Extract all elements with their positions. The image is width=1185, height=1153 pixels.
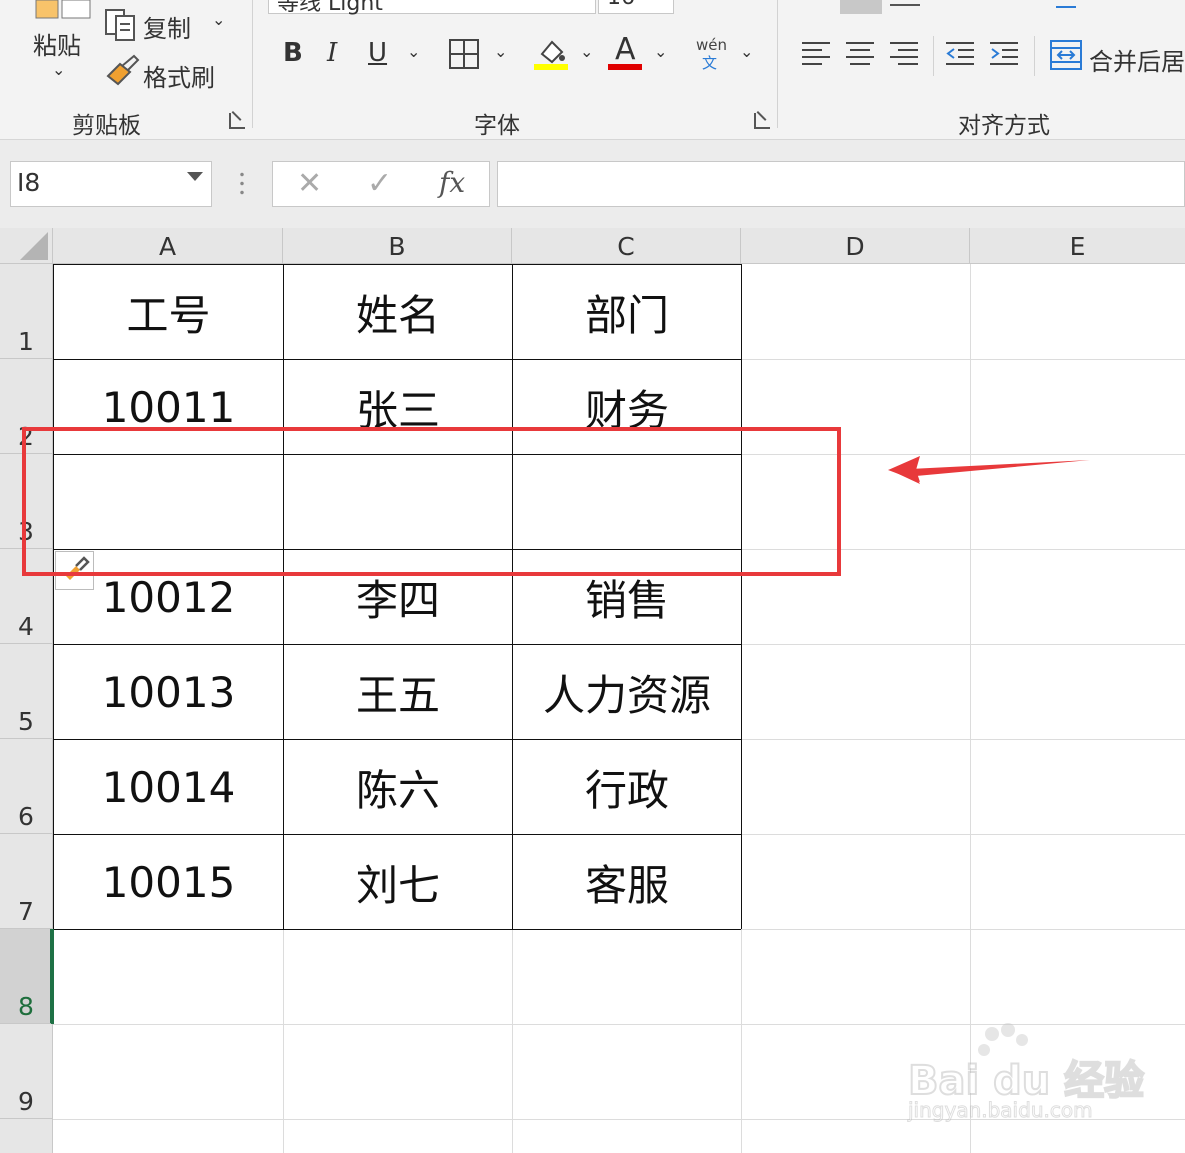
cell-a6[interactable]: 10014 <box>54 740 283 835</box>
column-header-a[interactable]: A <box>53 228 283 264</box>
name-box-dropdown-icon[interactable] <box>187 172 203 181</box>
font-color-button[interactable]: A <box>608 32 642 72</box>
increase-indent-icon[interactable] <box>990 40 1020 72</box>
cell-b7[interactable]: 刘七 <box>284 835 512 930</box>
clipboard-group-label: 剪贴板 <box>72 113 141 139</box>
copy-button[interactable]: 复制 <box>143 9 191 44</box>
highlight-rectangle <box>22 427 841 576</box>
cell-c6[interactable]: 行政 <box>513 740 741 835</box>
formula-input[interactable] <box>497 161 1185 207</box>
indent-top-icon <box>890 4 920 6</box>
ribbon-separator <box>252 0 253 128</box>
baidu-watermark: Bai du 经验 jingyan.baidu.com <box>907 1023 1145 1130</box>
cell-b1[interactable]: 姓名 <box>284 265 512 360</box>
underline-chevron-icon[interactable]: ⌄ <box>407 42 420 61</box>
paste-chevron-icon[interactable]: ⌄ <box>52 60 65 79</box>
formula-bar-grip-icon[interactable] <box>240 170 244 196</box>
active-cell-indicator <box>51 929 54 1024</box>
select-all-button[interactable] <box>0 228 53 264</box>
cell-a7[interactable]: 10015 <box>54 835 283 930</box>
align-center-icon[interactable] <box>846 40 876 72</box>
column-header-e[interactable]: E <box>970 228 1185 264</box>
enter-icon[interactable]: ✓ <box>367 166 392 201</box>
font-size-select[interactable]: 16 <box>598 0 674 14</box>
merge-center-icon <box>1050 40 1082 74</box>
copy-chevron-icon[interactable]: ⌄ <box>212 10 225 29</box>
phonetic-button[interactable]: wén 文 <box>694 36 728 76</box>
font-group-label: 字体 <box>474 113 520 139</box>
cell-b6[interactable]: 陈六 <box>284 740 512 835</box>
cancel-icon[interactable]: ✕ <box>297 166 322 201</box>
alignment-group-label: 对齐方式 <box>958 113 1050 139</box>
format-painter-icon <box>104 54 140 90</box>
row-headers: 1 2 3 4 5 6 7 8 9 <box>0 264 53 1153</box>
align-right-icon[interactable] <box>890 40 920 72</box>
annotation-arrow <box>888 456 1090 484</box>
ribbon-separator <box>777 0 778 128</box>
cell-c5[interactable]: 人力资源 <box>513 645 741 740</box>
row-header-6[interactable]: 6 <box>0 739 53 834</box>
watermark-url: jingyan.baidu.com <box>908 1098 1094 1123</box>
align-left-icon[interactable] <box>802 40 832 72</box>
insert-function-button[interactable]: fx <box>439 166 465 199</box>
row-header-7[interactable]: 7 <box>0 834 53 929</box>
decrease-indent-icon[interactable] <box>946 40 976 72</box>
border-icon[interactable] <box>448 38 480 74</box>
bold-button[interactable]: B <box>283 38 303 68</box>
orientation-icon[interactable] <box>840 0 882 14</box>
phonetic-chevron-icon[interactable]: ⌄ <box>740 42 753 61</box>
row-header-1[interactable]: 1 <box>0 264 53 359</box>
border-chevron-icon[interactable]: ⌄ <box>494 42 507 61</box>
paste-icon[interactable] <box>32 0 92 20</box>
row-header-5[interactable]: 5 <box>0 644 53 739</box>
font-color-swatch <box>608 64 642 70</box>
row-header-8[interactable]: 8 <box>0 929 53 1024</box>
cell-a1[interactable]: 工号 <box>54 265 283 360</box>
cell-c1[interactable]: 部门 <box>513 265 741 360</box>
ribbon-separator <box>933 36 934 76</box>
font-name-select[interactable]: 等线 Light <box>268 0 596 16</box>
formula-buttons: ✕ ✓ fx <box>272 161 490 207</box>
copy-icon <box>104 8 138 46</box>
name-box[interactable]: I8 <box>10 161 212 207</box>
font-color-chevron-icon[interactable]: ⌄ <box>654 42 667 61</box>
column-header-d[interactable]: D <box>741 228 970 264</box>
merge-center-button[interactable]: 合并后居 <box>1089 42 1185 77</box>
ribbon-separator <box>1034 36 1035 76</box>
font-launcher-icon[interactable] <box>754 113 770 129</box>
wrap-text-icon[interactable] <box>1056 0 1076 8</box>
italic-button[interactable]: I <box>327 38 337 68</box>
fill-color-icon[interactable] <box>534 36 570 76</box>
cell-b5[interactable]: 王五 <box>284 645 512 740</box>
cell-c7[interactable]: 客服 <box>513 835 741 930</box>
clipboard-launcher-icon[interactable] <box>229 113 245 129</box>
cell-a5[interactable]: 10013 <box>54 645 283 740</box>
fill-color-chevron-icon[interactable]: ⌄ <box>580 42 593 61</box>
column-headers: A B C D E <box>0 228 1185 264</box>
column-header-c[interactable]: C <box>512 228 741 264</box>
paste-button[interactable]: 粘贴 <box>33 26 81 61</box>
column-header-b[interactable]: B <box>283 228 512 264</box>
row-header-9[interactable]: 9 <box>0 1024 53 1119</box>
format-painter-button[interactable]: 格式刷 <box>143 58 215 93</box>
underline-button[interactable]: U <box>368 38 387 68</box>
ribbon: 粘贴 ⌄ 复制 ⌄ 格式刷 剪贴板 等线 Light 16 B I U ⌄ ⌄ … <box>0 0 1185 140</box>
